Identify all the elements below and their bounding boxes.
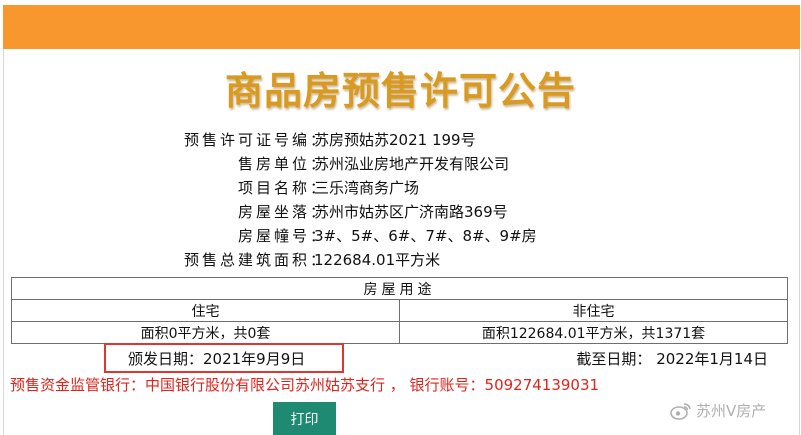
table-row: 房屋用途 <box>11 277 788 300</box>
top-banner <box>3 5 800 49</box>
usage-table: 房屋用途 住宅 非住宅 面积0平方米，共0套 面积122684.01平方米，共1… <box>11 277 788 344</box>
non-residential-header: 非住宅 <box>399 299 788 322</box>
developer-label: 售房单位 <box>237 155 310 173</box>
location-label: 房屋坐落 <box>237 203 310 221</box>
project-label: 项目名称 <box>237 179 310 197</box>
total-area-label: 预售总建筑面积 <box>183 251 310 269</box>
residential-header: 住宅 <box>11 299 400 322</box>
permit-info: 预售许可证号编 ： 苏房预姑苏2021 199号 售房单位 ： 苏州泓业房地产开… <box>90 128 537 272</box>
print-button[interactable]: 打印 <box>273 402 336 435</box>
info-row-permit-number: 预售许可证号编 ： 苏房预姑苏2021 199号 <box>90 128 537 152</box>
developer-value: 苏州泓业房地产开发有限公司 <box>314 155 510 173</box>
permit-number-value: 苏房预姑苏2021 199号 <box>314 131 476 149</box>
table-row: 面积0平方米，共0套 面积122684.01平方米，共1371套 <box>11 321 788 344</box>
weibo-icon <box>670 402 692 420</box>
page-title: 商品房预售许可公告 <box>224 68 576 113</box>
info-row-project: 项目名称 ： 三乐湾商务广场 <box>90 176 537 200</box>
buildings-value: 3#、5#、6#、7#、8#、9#房 <box>314 227 537 245</box>
info-row-buildings: 房屋幢号 ： 3#、5#、6#、7#、8#、9#房 <box>90 224 537 248</box>
residential-value: 面积0平方米，共0套 <box>11 321 400 344</box>
info-row-location: 房屋坐落 ： 苏州市姑苏区广济南路369号 <box>90 200 537 224</box>
table-row: 住宅 非住宅 <box>11 299 788 322</box>
watermark-text: 苏州V房产 <box>696 402 767 420</box>
watermark: 苏州V房产 <box>670 400 766 421</box>
project-value: 三乐湾商务广场 <box>314 179 420 197</box>
permit-number-label: 预售许可证号编 <box>183 131 310 149</box>
usage-header: 房屋用途 <box>11 277 788 300</box>
issue-date: 颁发日期：2021年9月9日 <box>128 350 306 368</box>
total-area-value: 122684.01平方米 <box>314 251 441 269</box>
location-value: 苏州市姑苏区广济南路369号 <box>314 203 508 221</box>
escrow-bank-info: 预售资金监管银行：中国银行股份有限公司苏州姑苏支行 ， 银行账号：5092741… <box>10 376 600 394</box>
non-residential-value: 面积122684.01平方米，共1371套 <box>399 321 788 344</box>
expire-date: 截至日期： 2022年1月14日 <box>576 350 768 368</box>
info-row-developer: 售房单位 ： 苏州泓业房地产开发有限公司 <box>90 152 537 176</box>
info-row-total-area: 预售总建筑面积 ： 122684.01平方米 <box>90 248 537 272</box>
buildings-label: 房屋幢号 <box>237 227 310 245</box>
